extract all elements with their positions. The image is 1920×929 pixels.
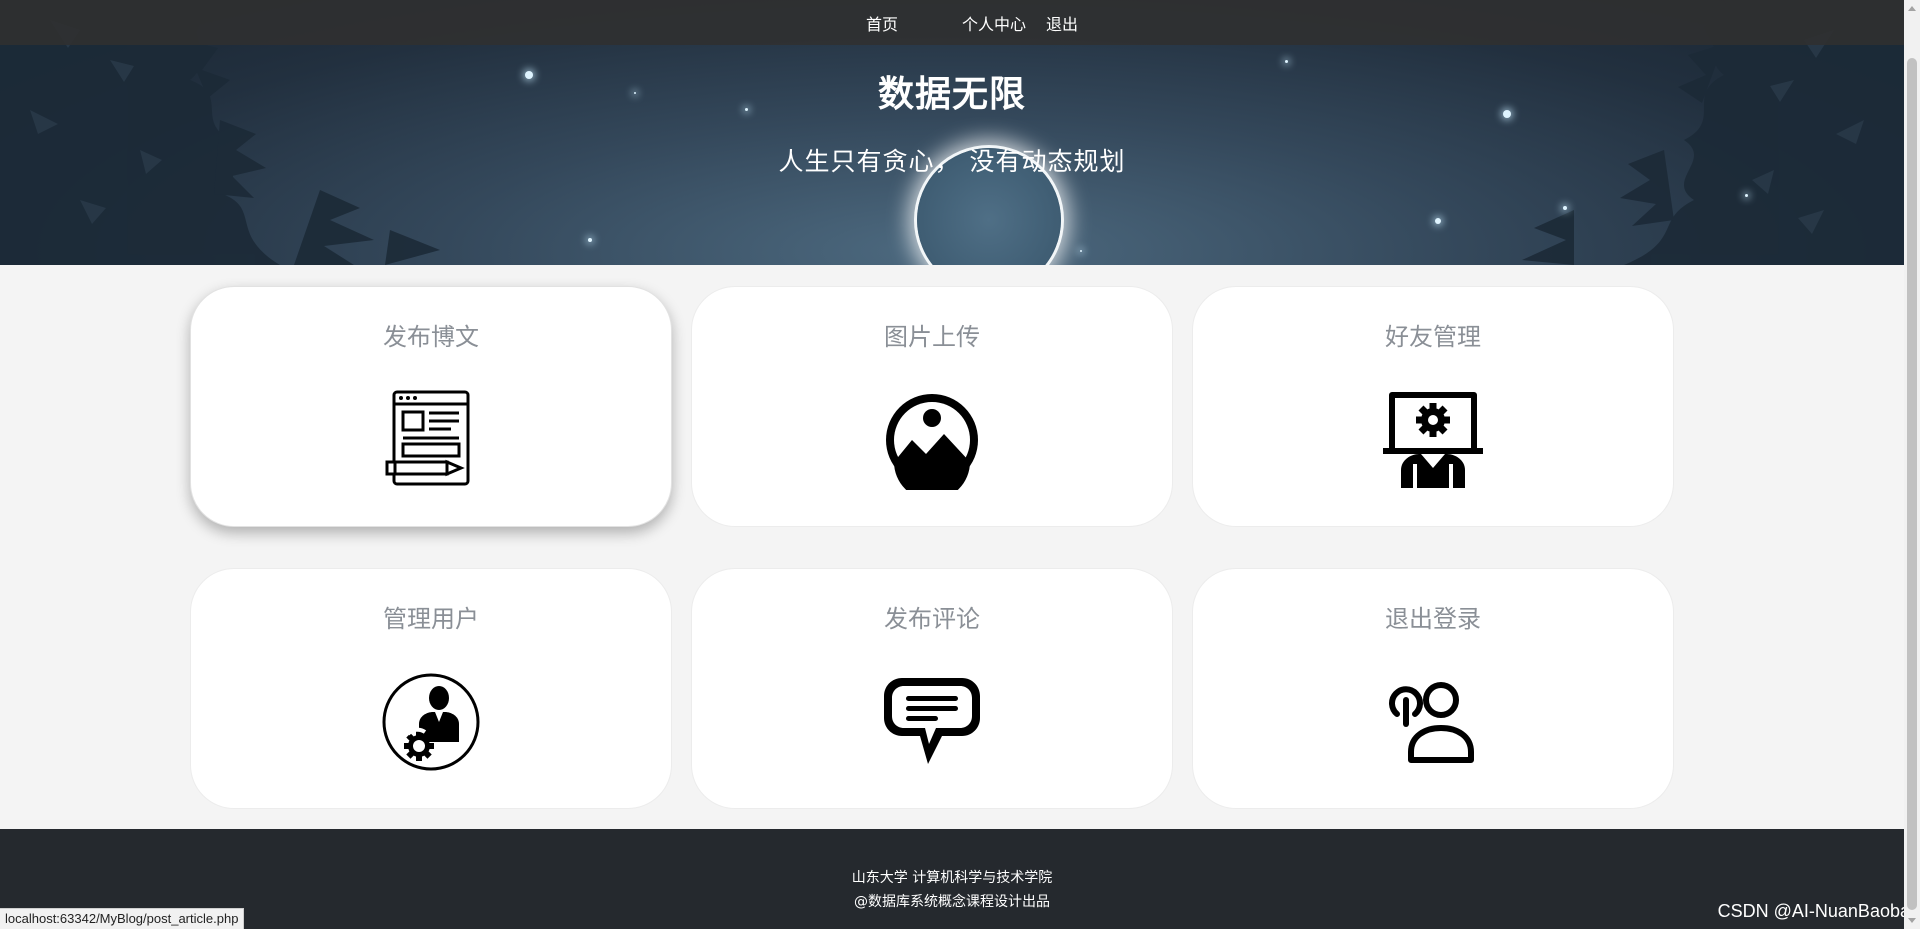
card-logout[interactable]: 退出登录 bbox=[1192, 568, 1674, 809]
star bbox=[1285, 60, 1288, 63]
footer-credit: @数据库系统概念课程设计出品 bbox=[854, 894, 1050, 910]
nav-profile-link[interactable]: 个人中心 bbox=[962, 11, 1026, 35]
status-bar-url: localhost:63342/MyBlog/post_article.php bbox=[0, 908, 245, 929]
star bbox=[1745, 194, 1748, 197]
vertical-scrollbar[interactable] bbox=[1904, 0, 1920, 929]
star bbox=[588, 238, 592, 242]
star bbox=[1563, 206, 1567, 210]
star bbox=[1080, 250, 1082, 252]
user-settings-icon bbox=[381, 672, 481, 772]
nav-links: 首页 个人中心 退出 bbox=[826, 11, 1078, 35]
image-icon bbox=[882, 390, 982, 500]
friend-manage-icon bbox=[1383, 390, 1483, 490]
csdn-watermark: CSDN @AI-NuanBaobao bbox=[1717, 901, 1920, 921]
logout-user-icon bbox=[1383, 672, 1483, 772]
card-post-comment[interactable]: 发布评论 bbox=[691, 568, 1173, 809]
footer-school: 山东大学 计算机科学与技术学院 bbox=[851, 870, 1053, 886]
card-title: 图片上传 bbox=[884, 323, 980, 351]
scroll-up-arrow-icon[interactable] bbox=[1908, 6, 1916, 11]
card-manage-users[interactable]: 管理用户 bbox=[190, 568, 672, 809]
card-friend-manage[interactable]: 好友管理 bbox=[1192, 286, 1674, 527]
star bbox=[1435, 218, 1441, 224]
card-title: 退出登录 bbox=[1385, 605, 1481, 633]
hero-title: 数据无限 bbox=[877, 74, 1026, 115]
nav-logout-link[interactable]: 退出 bbox=[1046, 11, 1078, 35]
page: 数据无限 人生只有贪心， 没有动态规划 首页 个人中心 退出 发布博文 图片上传… bbox=[0, 0, 1920, 929]
card-title: 管理用户 bbox=[383, 605, 479, 633]
nav-home-link[interactable]: 首页 bbox=[866, 11, 898, 35]
comment-icon bbox=[882, 672, 982, 772]
hero-subtitle: 人生只有贪心， 没有动态规划 bbox=[778, 147, 1126, 176]
footer: 山东大学 计算机科学与技术学院 @数据库系统概念课程设计出品 bbox=[0, 829, 1904, 929]
card-post-article[interactable]: 发布博文 bbox=[190, 286, 672, 527]
feature-card-grid: 发布博文 图片上传 好友管理 管理用户 发布评论 退出登录 bbox=[190, 286, 1674, 809]
scrollbar-thumb[interactable] bbox=[1907, 58, 1917, 910]
card-title: 发布评论 bbox=[884, 605, 980, 633]
card-title: 好友管理 bbox=[1385, 323, 1481, 351]
article-edit-icon bbox=[381, 390, 481, 490]
top-navbar: 首页 个人中心 退出 bbox=[0, 0, 1904, 45]
card-title: 发布博文 bbox=[383, 323, 479, 351]
card-upload-image[interactable]: 图片上传 bbox=[691, 286, 1173, 527]
scroll-down-arrow-icon[interactable] bbox=[1908, 918, 1916, 923]
hero-banner: 数据无限 人生只有贪心， 没有动态规划 首页 个人中心 退出 bbox=[0, 0, 1904, 265]
